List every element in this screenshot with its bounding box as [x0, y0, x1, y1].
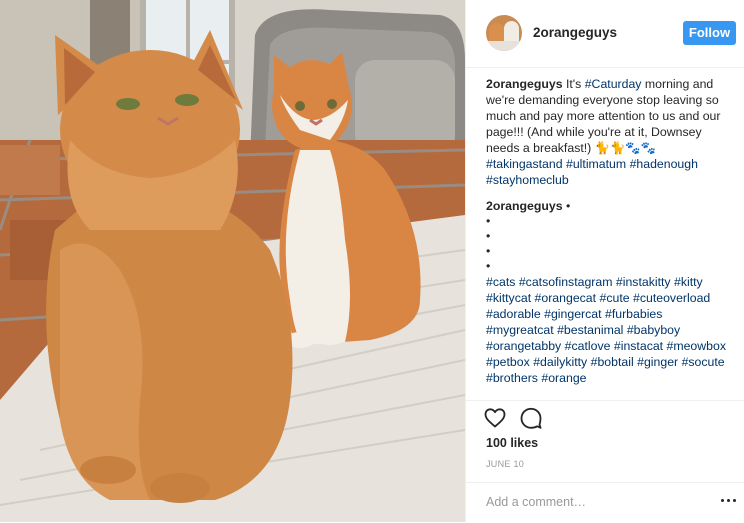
- hashtag[interactable]: #catsofinstagram: [519, 275, 613, 289]
- hashtag[interactable]: #babyboy: [627, 323, 680, 337]
- comment-username[interactable]: 2orangeguys: [486, 199, 563, 213]
- hashtag[interactable]: #orange: [541, 371, 586, 385]
- hashtag[interactable]: #orangetabby: [486, 339, 561, 353]
- hashtag[interactable]: #bestanimal: [557, 323, 623, 337]
- add-comment-input[interactable]: [486, 492, 686, 512]
- comment-bullets: • • • •: [486, 214, 726, 274]
- hashtag[interactable]: #socute: [682, 355, 725, 369]
- hashtag[interactable]: #furbabies: [605, 307, 662, 321]
- hashtag[interactable]: #catlove: [565, 339, 611, 353]
- hashtag[interactable]: #mygreatcat: [486, 323, 554, 337]
- post-date: JUNE 10: [486, 459, 525, 469]
- caption-text-start: It's: [565, 77, 585, 91]
- hashtag[interactable]: #instacat: [614, 339, 663, 353]
- hashtag[interactable]: #kitty: [674, 275, 703, 289]
- likes-count[interactable]: 100 likes: [486, 436, 538, 450]
- hashtag[interactable]: #cuteoverload: [633, 291, 710, 305]
- post-side-panel: 2orangeguys Follow 2orangeguys It's #Cat…: [465, 0, 744, 522]
- hashtag[interactable]: #takingastand: [486, 157, 563, 171]
- more-options-icon[interactable]: [721, 495, 737, 505]
- bullet: •: [486, 229, 491, 243]
- hashtag[interactable]: #cats: [486, 275, 515, 289]
- bullet: •: [486, 259, 491, 273]
- hashtag[interactable]: #cute: [600, 291, 630, 305]
- hashtag[interactable]: #brothers: [486, 371, 538, 385]
- comment: 2orangeguys • • • • • #cats #catsofinsta…: [486, 198, 726, 386]
- hashtag[interactable]: #instakitty: [616, 275, 671, 289]
- hashtag[interactable]: #bobtail: [591, 355, 634, 369]
- bullet: •: [486, 244, 491, 258]
- hashtag[interactable]: #ginger: [637, 355, 678, 369]
- cats-photo: [0, 0, 465, 522]
- comment-separator: •: [565, 199, 571, 213]
- avatar[interactable]: [486, 15, 522, 51]
- post-photo: [0, 0, 465, 522]
- comments-section: 2orangeguys It's #Caturday morning and w…: [486, 76, 726, 386]
- hashtag[interactable]: #petbox: [486, 355, 530, 369]
- comment-hashtags: #cats #catsofinstagram #instakitty #kitt…: [486, 274, 726, 386]
- hashtag[interactable]: #orangecat: [535, 291, 597, 305]
- instagram-post: 2orangeguys Follow 2orangeguys It's #Cat…: [0, 0, 744, 522]
- hashtag[interactable]: #gingercat: [544, 307, 601, 321]
- heart-icon[interactable]: [483, 406, 507, 430]
- comment-bubble-icon[interactable]: [519, 406, 543, 430]
- hashtag[interactable]: #dailykitty: [533, 355, 587, 369]
- caption: 2orangeguys It's #Caturday morning and w…: [486, 76, 726, 188]
- post-username[interactable]: 2orangeguys: [533, 25, 617, 40]
- hashtag[interactable]: #adorable: [486, 307, 541, 321]
- post-actions: 100 likes JUNE 10: [466, 400, 744, 516]
- post-header: 2orangeguys Follow: [466, 0, 744, 68]
- hashtag[interactable]: #hadenough: [630, 157, 698, 171]
- caption-username[interactable]: 2orangeguys: [486, 77, 563, 91]
- add-comment-bar: [466, 482, 744, 523]
- hashtag[interactable]: #kittycat: [486, 291, 531, 305]
- hashtag[interactable]: #meowbox: [667, 339, 726, 353]
- hashtag[interactable]: #ultimatum: [566, 157, 626, 171]
- follow-button[interactable]: Follow: [683, 21, 736, 45]
- hashtag[interactable]: #stayhomeclub: [486, 173, 569, 187]
- hashtag[interactable]: #Caturday: [585, 77, 642, 91]
- bullet: •: [486, 214, 491, 228]
